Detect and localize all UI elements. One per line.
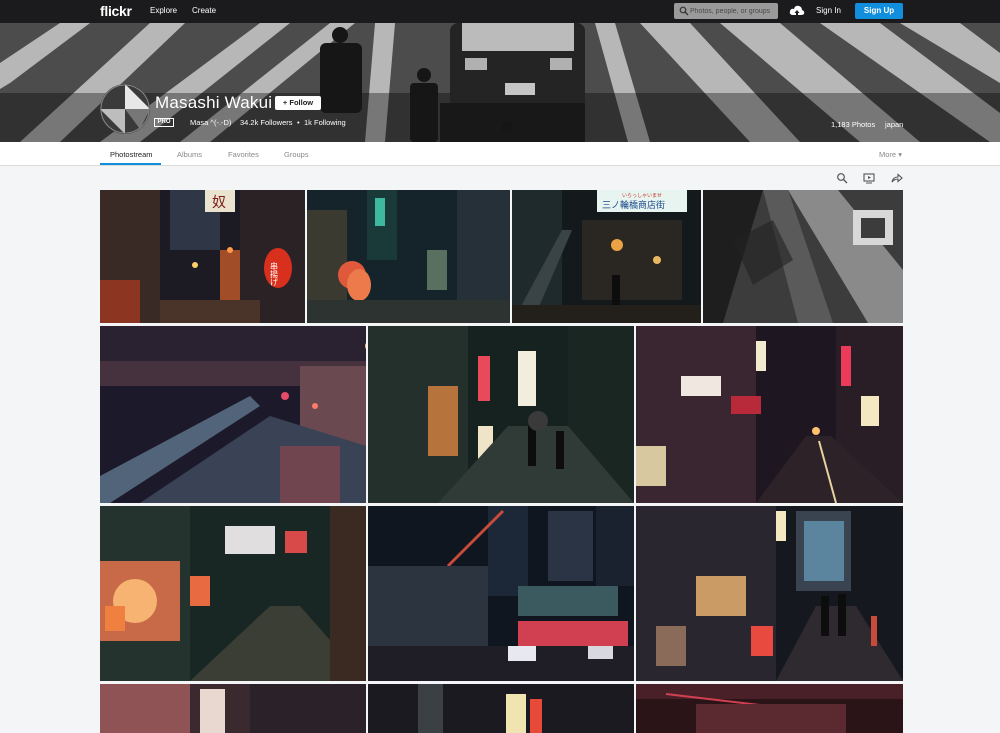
- search-input[interactable]: [690, 3, 776, 19]
- photo-tile[interactable]: [100, 506, 366, 681]
- photo-tile[interactable]: [636, 506, 903, 681]
- photo-image: [636, 506, 903, 681]
- explore-link[interactable]: Explore: [150, 6, 177, 15]
- avatar[interactable]: [100, 84, 150, 134]
- top-nav: flickr Explore Create Sign In Sign Up: [0, 0, 1000, 23]
- tab-photostream[interactable]: Photostream: [110, 150, 153, 159]
- photo-tile[interactable]: [703, 190, 903, 323]
- search-photos-icon[interactable]: [836, 172, 848, 184]
- sign-text-kanji: 奴: [212, 194, 226, 211]
- photo-image: [100, 684, 366, 733]
- share-icon[interactable]: [891, 172, 903, 184]
- photo-image: [100, 326, 366, 503]
- photo-tile[interactable]: 奴 串揚げ: [100, 190, 305, 323]
- photo-tile[interactable]: いらっしゃいませ 三ノ輪橋商店街: [512, 190, 701, 323]
- following-count[interactable]: 1k Following: [304, 118, 346, 127]
- profile-name: Masashi Wakui: [155, 93, 273, 112]
- photo-image: [703, 190, 903, 323]
- profile-tabs: Photostream Albums Favorites Groups More…: [0, 142, 1000, 166]
- sign-up-button[interactable]: Sign Up: [855, 3, 903, 19]
- flickr-logo[interactable]: flickr: [100, 3, 132, 19]
- photo-tile[interactable]: [368, 506, 634, 681]
- photo-image: [100, 506, 366, 681]
- shop-sign-text: 三ノ輪橋商店街: [602, 199, 665, 211]
- lantern-text: 串揚げ: [270, 262, 279, 286]
- cover-photo: Masashi Wakui + Follow PRO Masa ^(-.-D) …: [0, 23, 1000, 142]
- sign-in-link[interactable]: Sign In: [816, 6, 841, 15]
- shop-small-text: いらっしゃいませ: [622, 193, 662, 199]
- photo-tile[interactable]: [368, 684, 634, 733]
- create-link[interactable]: Create: [192, 6, 216, 15]
- follow-label: Follow: [289, 98, 314, 107]
- slideshow-icon[interactable]: [863, 172, 875, 184]
- photo-image: [636, 326, 903, 503]
- search-box[interactable]: [674, 3, 778, 19]
- photo-image: [368, 684, 634, 733]
- photo-tile[interactable]: [100, 326, 366, 503]
- bullet-separator: •: [297, 118, 300, 127]
- location: japan: [885, 120, 904, 129]
- photo-image: 奴 串揚げ: [100, 190, 305, 323]
- follow-button[interactable]: + Follow: [275, 96, 321, 110]
- photo-tile[interactable]: [368, 326, 634, 503]
- photo-tile[interactable]: [307, 190, 510, 323]
- tab-favorites[interactable]: Favorites: [228, 150, 259, 159]
- photo-image: [636, 684, 903, 733]
- photo-image: [368, 326, 634, 503]
- active-tab-indicator: [100, 163, 161, 165]
- more-menu[interactable]: More ▾: [879, 150, 902, 159]
- search-icon: [679, 6, 689, 16]
- avatar-image: [100, 84, 150, 134]
- caret-down-icon: ▾: [898, 150, 902, 159]
- followers-count[interactable]: 34.2k Followers: [240, 118, 293, 127]
- tab-albums[interactable]: Albums: [177, 150, 202, 159]
- photo-tile[interactable]: [636, 684, 903, 733]
- photo-tile[interactable]: [100, 684, 366, 733]
- pro-badge: PRO: [154, 118, 174, 127]
- more-label: More: [879, 150, 897, 159]
- tab-groups[interactable]: Groups: [284, 150, 309, 159]
- photo-image: [368, 506, 634, 681]
- profile-alias: Masa ^(-.-D): [190, 118, 232, 127]
- photo-image: [307, 190, 510, 323]
- upload-cloud-icon[interactable]: [789, 4, 805, 18]
- photos-count: 1,183 Photos: [831, 120, 876, 129]
- photo-tile[interactable]: [636, 326, 903, 503]
- photo-image: いらっしゃいませ 三ノ輪橋商店街: [512, 190, 701, 323]
